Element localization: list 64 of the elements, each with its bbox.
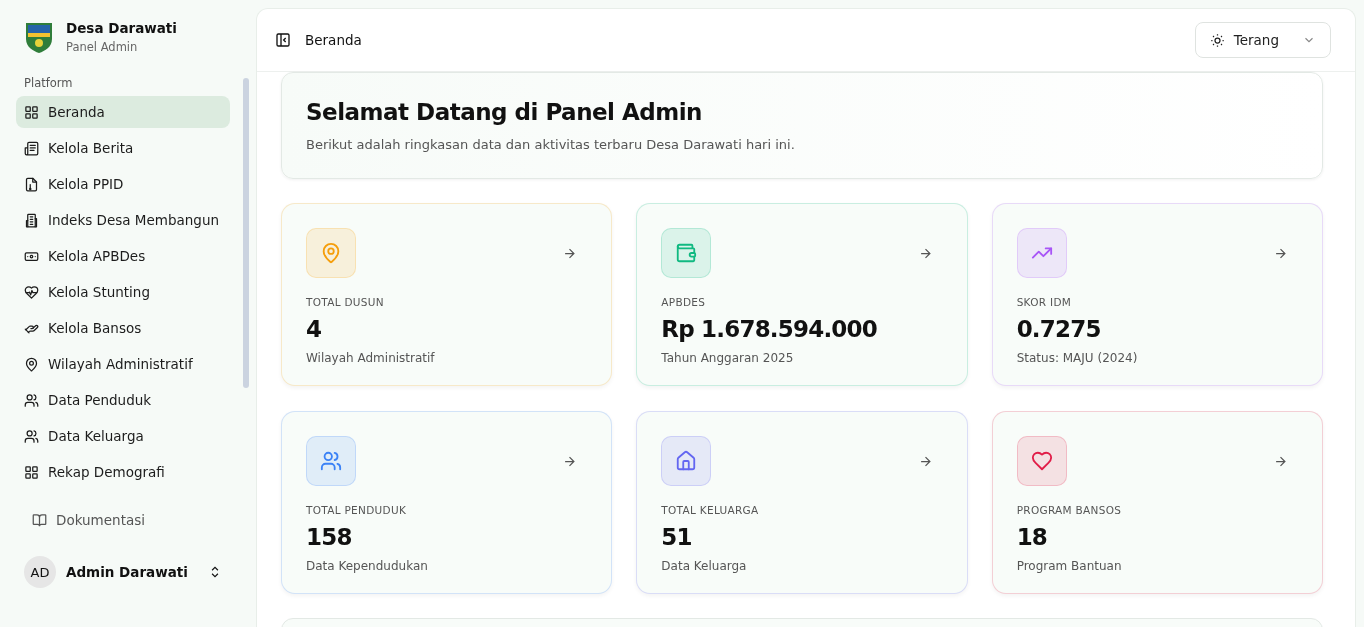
sidebar-item[interactable]: Beranda (16, 96, 230, 128)
stat-label: TOTAL DUSUN (306, 296, 385, 308)
stat-card[interactable]: PROGRAM BANSOS 18 Program Bantuan (991, 411, 1323, 594)
sidebar-item[interactable]: Kelola APBDes (16, 240, 230, 272)
stat-value: 4 (306, 316, 323, 342)
village-emblem-logo (24, 20, 54, 54)
stat-value: 158 (306, 524, 353, 550)
nav-group-label: Platform (23, 75, 74, 92)
sidebar-toggle-icon[interactable] (275, 32, 291, 48)
documentation-link[interactable]: Dokumentasi (16, 498, 256, 528)
welcome-title: Selamat Datang di Panel Admin (306, 99, 703, 125)
welcome-text: Berikut adalah ringkasan data dan aktivitas terbaru Desa Darawati hari ini. (306, 137, 796, 152)
user-name[interactable]: Admin Darawati (66, 564, 198, 580)
map-pin-icon (320, 242, 342, 264)
sidebar-item[interactable]: Data Penduduk (16, 384, 230, 416)
stat-value: 0.7275 (1016, 316, 1102, 342)
breadcrumb: Beranda (305, 32, 363, 48)
grid-icon (24, 104, 39, 120)
book-icon (32, 512, 47, 528)
stat-value: 51 (661, 524, 693, 550)
sidebar-item[interactable]: Kelola Bansos (16, 312, 230, 344)
sidebar-item[interactable]: Kelola Stunting (16, 276, 230, 308)
stat-caption: Tahun Anggaran 2025 (661, 351, 795, 365)
stat-caption: Data Kependudukan (306, 559, 429, 573)
building-icon (24, 212, 39, 228)
scrollbar-thumb[interactable] (242, 78, 249, 388)
stat-card[interactable]: SKOR IDM 0.7275 Status: MAJU (2024) (991, 203, 1323, 386)
sidebar-item[interactable]: Kelola PPID (16, 168, 230, 200)
map-pin-icon (24, 356, 39, 372)
stat-card[interactable]: TOTAL PENDUDUK 158 Data Kependudukan (281, 411, 613, 594)
heart-pulse-icon (24, 284, 39, 300)
house-icon (675, 450, 698, 472)
stat-card[interactable]: TOTAL KELUARGA 51 Data Keluarga (636, 411, 968, 594)
stat-caption: Status: MAJU (2024) (1016, 351, 1139, 365)
sidebar-item[interactable]: Wilayah Administratif (16, 348, 230, 380)
stat-label: TOTAL PENDUDUK (306, 504, 408, 516)
user-avatar: AD (24, 556, 56, 588)
stat-label: APBDES (661, 296, 707, 308)
stat-value: 18 (1016, 524, 1049, 550)
stat-label: TOTAL KELUARGA (661, 504, 760, 516)
stat-label: SKOR IDM (1016, 296, 1073, 308)
newspaper-icon (24, 140, 39, 156)
app-subtitle: Panel Admin (66, 40, 139, 54)
theme-select[interactable]: Terang (1194, 22, 1331, 58)
sun-icon (1209, 32, 1225, 48)
stat-value: Rp 1.678.594.000 (661, 316, 878, 342)
stat-caption: Data Keluarga (661, 559, 748, 573)
stat-label: PROGRAM BANSOS (1016, 504, 1123, 516)
users-icon (24, 392, 39, 408)
users-icon (24, 428, 39, 444)
wallet-icon (675, 242, 698, 264)
stat-caption: Wilayah Administratif (306, 351, 436, 365)
grid-icon (24, 464, 39, 480)
sidebar-item[interactable]: Rekap Demografi (16, 456, 230, 488)
file-icon (24, 176, 39, 192)
sidebar-item[interactable]: Kelola Berita (16, 132, 230, 164)
heart-icon (1030, 450, 1053, 472)
users-icon (320, 450, 342, 472)
stat-caption: Program Bantuan (1016, 559, 1123, 573)
stat-card[interactable]: APBDES Rp 1.678.594.000 Tahun Anggaran 2025 (636, 203, 968, 386)
stat-card[interactable]: TOTAL DUSUN 4 Wilayah Administratif (281, 203, 613, 386)
sidebar-item[interactable]: Indeks Desa Membangun (16, 204, 230, 236)
app-name: Desa Darawati (66, 20, 177, 36)
sidebar-item[interactable]: Data Keluarga (16, 420, 230, 452)
